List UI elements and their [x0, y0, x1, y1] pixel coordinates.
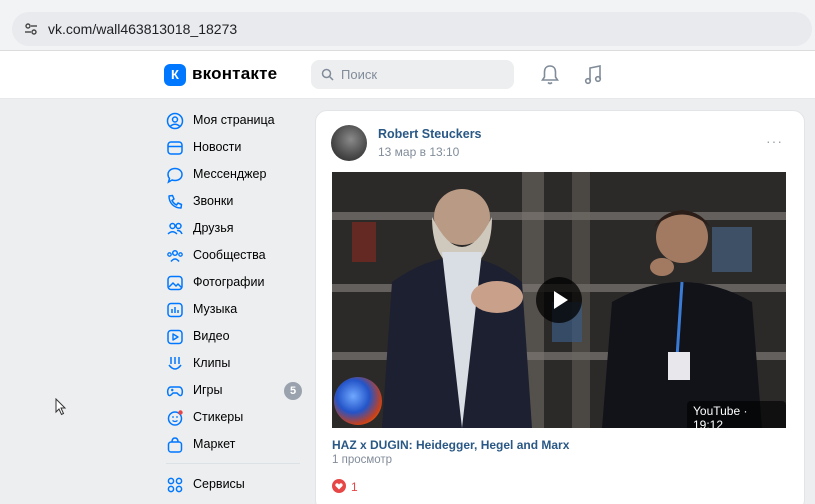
sidebar-item-label: Маркет	[193, 437, 236, 451]
sidebar-item-label: Звонки	[193, 194, 234, 208]
sidebar-item-label: Игры	[193, 383, 223, 397]
video-icon	[167, 329, 183, 345]
sidebar-divider	[166, 463, 300, 464]
sidebar-item-label: Новости	[193, 140, 242, 154]
video-duration: YouTube · 19:12	[687, 401, 786, 428]
user-circle-icon	[166, 112, 184, 130]
bell-icon[interactable]	[540, 64, 560, 86]
sidebar-item-label: Клипы	[193, 356, 231, 370]
clips-icon	[168, 357, 182, 370]
sidebar-item-photos[interactable]: Фотографии	[160, 270, 310, 296]
heart-icon[interactable]	[332, 479, 346, 493]
play-button[interactable]	[536, 277, 582, 323]
view-count: 1 просмотр	[332, 454, 393, 466]
sidebar-item-music[interactable]: Музыка	[160, 297, 310, 323]
post-card: Robert Steuckers 13 мар в 13:10 ··· YouT…	[315, 110, 805, 504]
sidebar-item-label: Стикеры	[193, 410, 244, 424]
gamepad-icon	[166, 386, 184, 397]
message-icon	[167, 167, 183, 184]
sidebar-item-video[interactable]: Видео	[160, 324, 310, 350]
brand-name[interactable]: вконтакте	[192, 64, 277, 84]
vk-logo-icon[interactable]: К	[164, 64, 186, 86]
like-count: 1	[351, 480, 358, 494]
sidebar-item-label: Моя страница	[193, 113, 275, 127]
sidebar-item-label: Видео	[193, 329, 230, 343]
address-bar[interactable]: vk.com/wall463813018_18273	[12, 12, 812, 46]
author-avatar[interactable]	[331, 125, 367, 161]
channel-logo	[334, 377, 382, 425]
mouse-cursor-icon	[55, 398, 67, 416]
screen: vk.com/wall463813018_18273 К вконтакте П…	[0, 0, 815, 504]
post-author[interactable]: Robert Steuckers	[378, 127, 482, 141]
phone-icon	[168, 194, 183, 209]
sidebar-item-label: Фотографии	[193, 275, 265, 289]
site-settings-icon[interactable]	[24, 22, 38, 36]
sidebar-item-label: Друзья	[193, 221, 234, 235]
sidebar-item-market[interactable]: Маркет	[160, 432, 310, 458]
sticker-icon	[167, 410, 183, 426]
sidebar-item-games[interactable]: Игры 5	[160, 378, 310, 404]
sidebar-item-stickers[interactable]: Стикеры	[160, 405, 310, 431]
sidebar-item-communities[interactable]: Сообщества	[160, 243, 310, 269]
vk-header: К вконтакте Поиск	[0, 51, 815, 99]
games-count-badge: 5	[284, 382, 302, 400]
search-icon	[321, 68, 334, 81]
market-icon	[167, 437, 183, 453]
sidebar-item-messenger[interactable]: Мессенджер	[160, 162, 310, 188]
search-input[interactable]: Поиск	[311, 60, 514, 89]
music-icon[interactable]	[583, 64, 603, 86]
music-icon	[167, 302, 183, 318]
post-date[interactable]: 13 мар в 13:10	[378, 145, 459, 159]
sidebar-item-label: Сервисы	[193, 477, 245, 491]
sidebar-item-calls[interactable]: Звонки	[160, 189, 310, 215]
sidebar-item-label: Сообщества	[193, 248, 266, 262]
url-text[interactable]: vk.com/wall463813018_18273	[48, 21, 237, 37]
sidebar-item-label: Мессенджер	[193, 167, 267, 181]
sidebar-item-friends[interactable]: Друзья	[160, 216, 310, 242]
sidebar-item-news[interactable]: Новости	[160, 135, 310, 161]
communities-icon	[167, 249, 183, 262]
sidebar-item-my-page[interactable]: Моя страница	[160, 108, 310, 134]
browser-toolbar: vk.com/wall463813018_18273	[0, 0, 815, 51]
friends-icon	[167, 222, 183, 235]
sidebar-item-label: Музыка	[193, 302, 238, 316]
news-icon	[167, 141, 183, 155]
services-icon	[167, 477, 183, 493]
photo-icon	[167, 275, 183, 291]
video-title[interactable]: HAZ x DUGIN: Heidegger, Hegel and Marx	[332, 438, 569, 452]
video-player[interactable]: YouTube · 19:12	[332, 172, 786, 428]
search-placeholder: Поиск	[341, 67, 378, 82]
sidebar-item-clips[interactable]: Клипы	[160, 351, 310, 377]
sidebar-item-services[interactable]: Сервисы	[160, 472, 310, 498]
more-options-icon[interactable]: ···	[766, 133, 783, 149]
